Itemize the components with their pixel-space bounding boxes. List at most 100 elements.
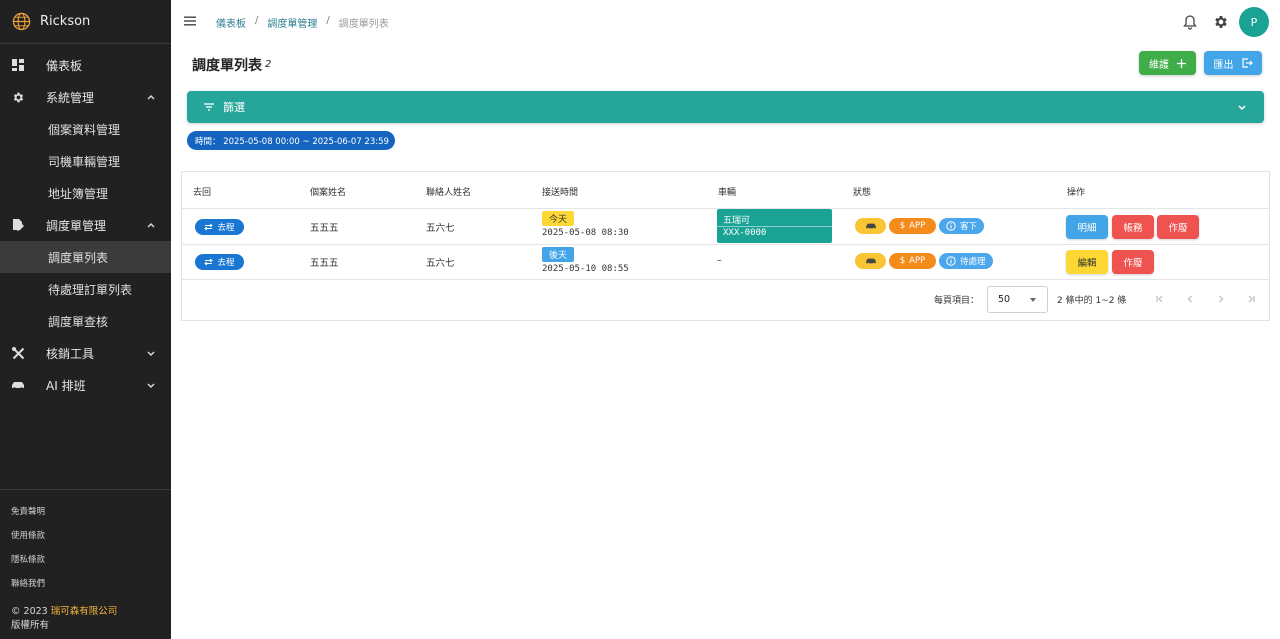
export-button[interactable]: 匯出 <box>1204 51 1262 75</box>
divider <box>182 279 1269 280</box>
status-badge: 客下 <box>939 218 985 234</box>
filter-panel[interactable]: 篩選 <box>187 91 1264 123</box>
breadcrumb-dashboard[interactable]: 儀表板 <box>216 15 246 30</box>
column-header[interactable]: 車輛 <box>718 185 736 198</box>
globe-logo-icon <box>12 12 31 31</box>
void-button[interactable]: 作廢 <box>1112 250 1154 274</box>
time-range-chip[interactable]: 時間： 2025-05-08 00:00 ~ 2025-06-07 23:59 <box>187 131 395 150</box>
day-badge: 今天 <box>542 211 575 226</box>
contact-name: 五六七 <box>426 223 455 234</box>
car-status-pill <box>855 218 886 234</box>
dispatch-table: 去回 個案姓名 聯絡人姓名 接送時間 車輛 狀態 操作 去程 五五五 五六七 今… <box>181 171 1270 321</box>
void-button[interactable]: 作廢 <box>1157 215 1199 239</box>
sidebar-item-address-book[interactable]: 地址簿管理 <box>0 177 171 209</box>
sidebar-item-label: 核銷工具 <box>46 346 95 361</box>
sidebar-item-system[interactable]: 系統管理 <box>0 81 171 113</box>
terms-link[interactable]: 使用條款 <box>0 523 171 547</box>
disclaimer-link[interactable]: 免責聲明 <box>0 499 171 523</box>
last-page-icon[interactable] <box>1246 294 1256 304</box>
direction-label: 去程 <box>217 258 235 268</box>
sidebar-item-ai-schedule[interactable]: AI 排班 <box>0 369 171 401</box>
dollar-icon: $ <box>899 221 906 231</box>
case-name: 五五五 <box>310 223 339 234</box>
detail-button[interactable]: 明細 <box>1066 215 1108 239</box>
column-header[interactable]: 接送時間 <box>542 185 578 198</box>
swap-icon <box>204 258 214 266</box>
chevron-up-icon <box>147 95 155 100</box>
avatar[interactable]: P <box>1239 7 1269 37</box>
sidebar-item-dispatch[interactable]: 調度單管理 <box>0 209 171 241</box>
vehicle-empty: – <box>717 255 722 266</box>
sidebar-item-label: 儀表板 <box>46 58 83 73</box>
company-name: 瑞可森有限公司 <box>50 606 118 617</box>
column-header[interactable]: 操作 <box>1067 185 1085 198</box>
car-icon <box>11 378 25 392</box>
status-label: 待處理 <box>960 257 986 267</box>
maintain-label: 維護 <box>1149 59 1169 71</box>
maintain-button[interactable]: 維護 <box>1139 51 1196 75</box>
accounting-button[interactable]: 帳務 <box>1112 215 1154 239</box>
sidebar-item-writeoff-tools[interactable]: 核銷工具 <box>0 337 171 369</box>
sidebar-item-label: 司機車輛管理 <box>48 154 121 169</box>
sidebar-item-label: 調度單查核 <box>48 314 109 329</box>
vehicle-name: 五瑞可 <box>723 216 751 226</box>
record-count: 2 <box>265 59 272 70</box>
direction-badge[interactable]: 去程 <box>195 254 244 270</box>
export-icon <box>1241 58 1253 68</box>
sidebar-item-dispatch-list[interactable]: 調度單列表 <box>0 241 171 273</box>
sidebar-item-label: AI 排班 <box>46 378 86 393</box>
menu-icon[interactable] <box>183 14 197 28</box>
chevron-down-icon[interactable] <box>1236 101 1248 113</box>
next-page-icon[interactable] <box>1216 294 1226 304</box>
brand[interactable]: Rickson <box>0 0 171 44</box>
bell-icon[interactable] <box>1182 14 1198 30</box>
range-text: 2 條中的 1~2 條 <box>1057 296 1127 306</box>
app-label: APP <box>909 221 926 231</box>
sidebar-item-driver-vehicle[interactable]: 司機車輛管理 <box>0 145 171 177</box>
sidebar: Rickson 儀表板 系統管理 個案資料管理 司機車輛管理 地址簿管理 調度單… <box>0 0 171 639</box>
sidebar-item-label: 地址簿管理 <box>48 186 109 201</box>
sidebar-item-label: 調度單管理 <box>46 218 107 233</box>
sidebar-item-pending-orders[interactable]: 待處理訂單列表 <box>0 273 171 305</box>
sidebar-item-label: 個案資料管理 <box>48 122 121 137</box>
sidebar-footer: 免責聲明 使用條款 隱私條款 聯絡我們 <box>0 489 171 595</box>
app-pill: $ APP <box>889 218 936 234</box>
car-status-pill <box>855 253 886 269</box>
document-edit-icon <box>11 218 25 232</box>
edit-button[interactable]: 編輯 <box>1066 250 1108 274</box>
sidebar-item-label: 系統管理 <box>46 90 95 105</box>
direction-badge[interactable]: 去程 <box>195 219 244 235</box>
per-page-select[interactable]: 50 <box>987 286 1048 313</box>
copyright: © 2023 瑞可森有限公司 版權所有 <box>11 605 117 633</box>
sidebar-item-dispatch-review[interactable]: 調度單查核 <box>0 305 171 337</box>
breadcrumb-separator: / <box>326 15 330 26</box>
settings-gear-icon[interactable] <box>1213 14 1229 30</box>
sidebar-item-label: 調度單列表 <box>48 250 109 265</box>
topbar: 儀表板 / 調度單管理 / 調度單列表 P <box>171 0 1280 44</box>
column-header[interactable]: 狀態 <box>853 185 871 198</box>
pickup-time: 2025-05-08 08:30 <box>542 228 629 238</box>
sidebar-item-dashboard[interactable]: 儀表板 <box>0 49 171 81</box>
privacy-link[interactable]: 隱私條款 <box>0 547 171 571</box>
car-icon <box>865 258 876 265</box>
filter-icon <box>204 103 214 111</box>
case-name: 五五五 <box>310 258 339 269</box>
contact-link[interactable]: 聯絡我們 <box>0 571 171 595</box>
prev-page-icon[interactable] <box>1185 294 1195 304</box>
column-header[interactable]: 個案姓名 <box>310 185 346 198</box>
filter-label: 篩選 <box>223 101 245 114</box>
chevron-up-icon <box>147 223 155 228</box>
column-header[interactable]: 去回 <box>193 185 211 198</box>
per-page-value: 50 <box>998 294 1011 305</box>
sidebar-item-label: 待處理訂單列表 <box>48 282 133 297</box>
sidebar-item-case-data[interactable]: 個案資料管理 <box>0 113 171 145</box>
plus-icon <box>1177 58 1186 68</box>
dollar-icon: $ <box>899 256 906 266</box>
chevron-down-icon <box>147 383 155 388</box>
vehicle-card[interactable]: 五瑞可 XXX-0000 <box>717 209 832 243</box>
breadcrumb-dispatch[interactable]: 調度單管理 <box>267 15 317 30</box>
info-icon <box>946 256 956 266</box>
first-page-icon[interactable] <box>1155 294 1165 304</box>
rights-text: 版權所有 <box>11 620 50 631</box>
column-header[interactable]: 聯絡人姓名 <box>426 185 471 198</box>
